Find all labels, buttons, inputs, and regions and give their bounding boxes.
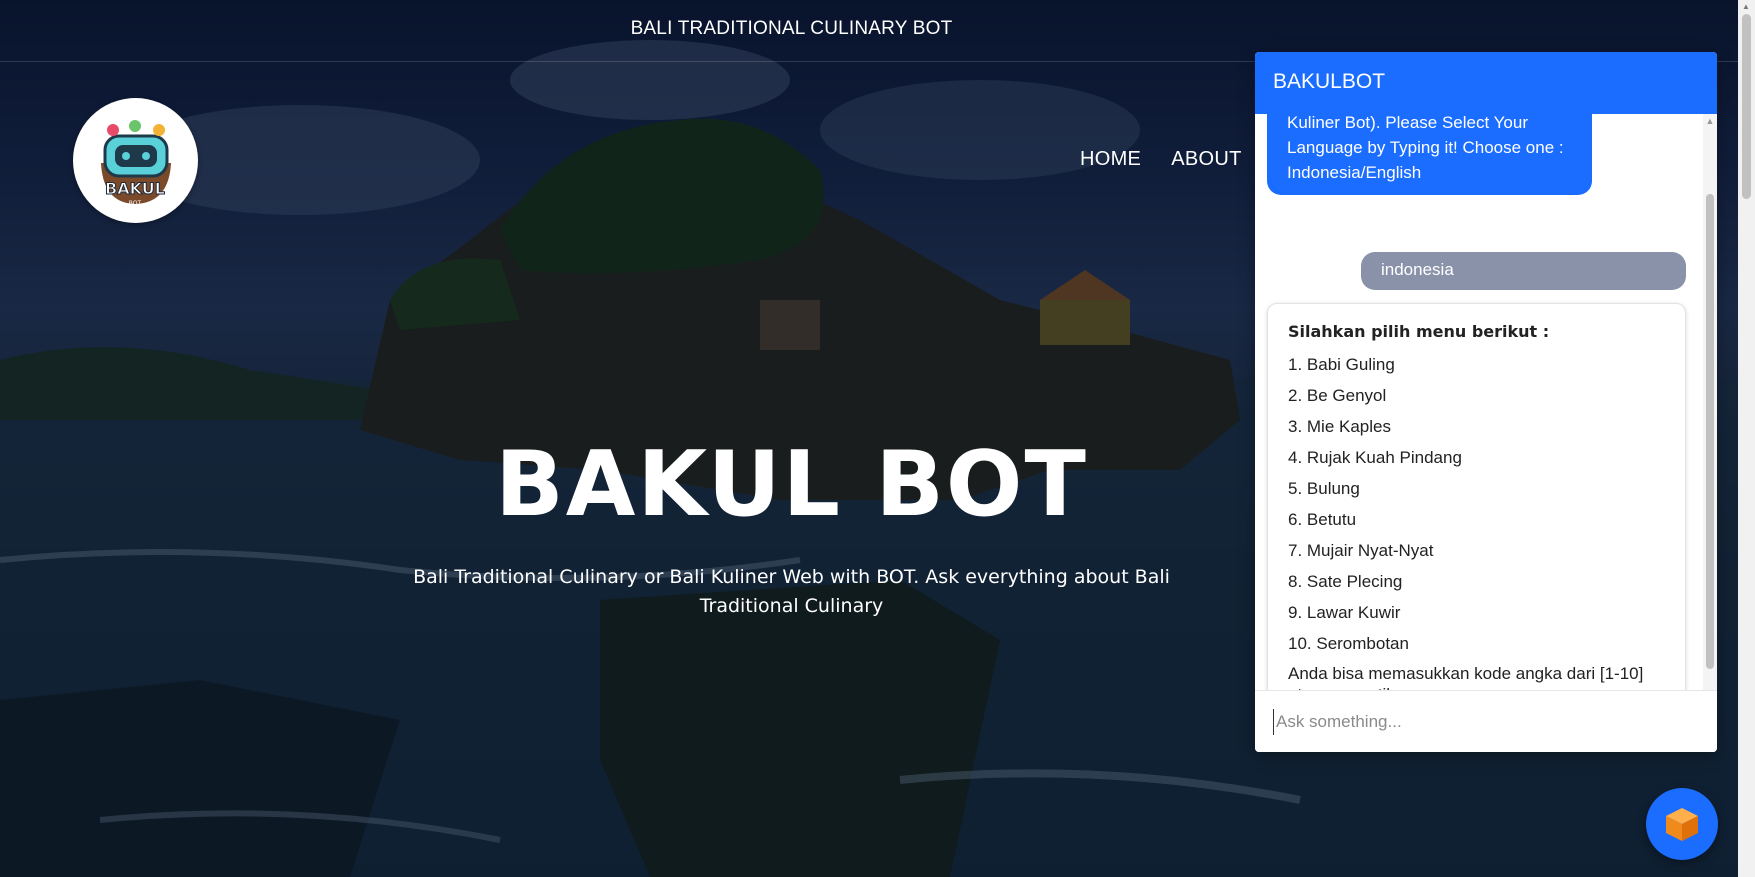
cube-icon (1666, 808, 1698, 841)
hero-subtitle: Bali Traditional Culinary or Bali Kuline… (413, 566, 1170, 617)
menu-list: 1. Babi Guling 2. Be Genyol 3. Mie Kaple… (1288, 349, 1665, 659)
chat-input-bar (1255, 690, 1717, 752)
chat-scroll-thumb[interactable] (1706, 194, 1714, 669)
site-title: BALI TRADITIONAL CULINARY BOT (630, 18, 953, 39)
menu-item: 7. Mujair Nyat-Nyat (1288, 541, 1434, 560)
nav-about[interactable]: ABOUT (1171, 148, 1241, 171)
nav-home[interactable]: HOME (1080, 148, 1141, 171)
chat-window: BAKULBOT Kuliner Bot). Please Select You… (1255, 52, 1717, 752)
menu-item: 3. Mie Kaples (1288, 417, 1391, 436)
chat-header: BAKULBOT (1255, 52, 1717, 114)
menu-item: 8. Sate Plecing (1288, 572, 1403, 591)
menu-item: 5. Bulung (1288, 479, 1360, 498)
page-scroll-thumb[interactable] (1742, 14, 1751, 199)
page-scrollbar[interactable]: ▲ (1738, 0, 1755, 877)
logo[interactable]: BAKUL BOT (73, 98, 198, 223)
menu-card: Silahkan pilih menu berikut : 1. Babi Gu… (1267, 303, 1686, 727)
chat-launcher-button[interactable] (1646, 788, 1718, 860)
chevron-up-icon[interactable]: ▲ (1705, 116, 1715, 126)
user-message: indonesia (1361, 252, 1686, 290)
chat-scrollbar[interactable]: ▲ ▼ (1703, 114, 1717, 741)
menu-item: 4. Rujak Kuah Pindang (1288, 448, 1462, 467)
menu-item: 1. Babi Guling (1288, 355, 1395, 374)
menu-item: 10. Serombotan (1288, 634, 1409, 653)
menu-item: 6. Betutu (1288, 510, 1357, 529)
chevron-up-icon[interactable]: ▲ (1742, 2, 1750, 11)
menu-item: 9. Lawar Kuwir (1288, 603, 1401, 622)
chat-input[interactable] (1273, 709, 1693, 735)
logo-text: BAKUL (105, 179, 165, 198)
logo-subtext: BOT (129, 200, 142, 207)
main-nav: HOME ABOUT (1080, 148, 1242, 171)
chat-messages[interactable]: Kuliner Bot). Please Select Your Languag… (1255, 114, 1703, 741)
bot-message: Kuliner Bot). Please Select Your Languag… (1267, 114, 1592, 195)
menu-item: 2. Be Genyol (1288, 386, 1387, 405)
menu-heading: Silahkan pilih menu berikut : (1288, 322, 1550, 341)
bakul-bot-logo-icon: BAKUL BOT (101, 120, 171, 207)
